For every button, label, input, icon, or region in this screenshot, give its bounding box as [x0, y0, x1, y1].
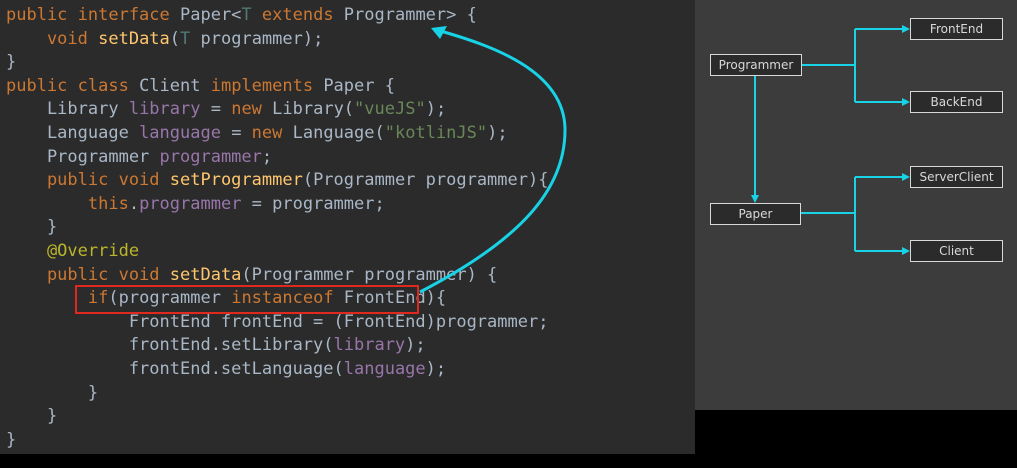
node-backend: BackEnd: [910, 91, 1003, 113]
node-programmer: Programmer: [710, 54, 802, 76]
class-diagram: Programmer FrontEnd BackEnd Paper Server…: [695, 0, 1017, 410]
arrowhead-paper: [751, 195, 759, 203]
arrowhead-backend: [902, 98, 910, 106]
connector-programmer-branches: [801, 28, 905, 103]
curved-arrow-overlay: [419, 26, 567, 294]
arrowhead-serverclient: [902, 173, 910, 181]
node-paper: Paper: [710, 203, 801, 225]
code-editor: public interface Paper<T extends Program…: [0, 0, 695, 454]
arrowhead-frontend: [902, 25, 910, 33]
node-serverclient: ServerClient: [910, 166, 1003, 188]
node-client: Client: [910, 240, 1003, 262]
arrowhead-client: [902, 247, 910, 255]
node-frontend: FrontEnd: [910, 18, 1003, 40]
curved-arrow: [419, 28, 567, 294]
connector-paper-branches: [801, 176, 905, 252]
